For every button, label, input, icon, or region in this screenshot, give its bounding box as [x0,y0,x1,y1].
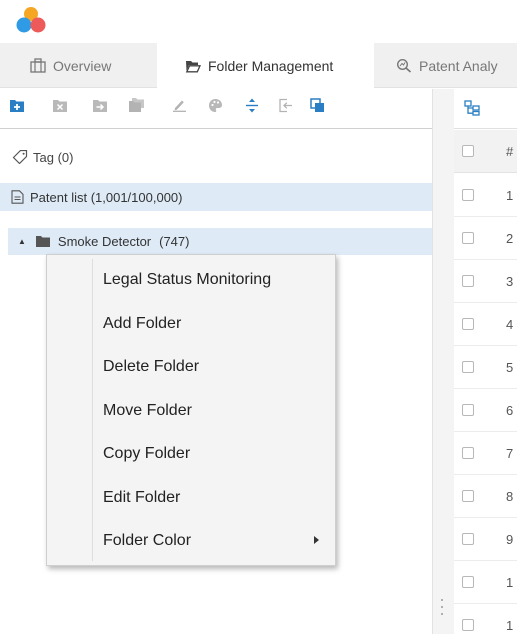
edit-icon [172,100,186,112]
menu-item-add-folder[interactable]: Add Folder [47,304,335,344]
briefcase-icon [30,58,46,73]
tab-overview[interactable]: Overview [0,43,157,88]
add-folder-button[interactable] [9,97,25,113]
table-row[interactable]: 4 [454,303,517,346]
row-number: 1 [506,188,514,203]
tag-node[interactable]: Tag (0) [12,147,73,167]
table-toolbar [454,89,517,129]
collapse-caret-icon[interactable]: ▲ [18,237,26,246]
copy-folder-button[interactable] [128,97,144,113]
edit-button[interactable] [171,97,187,113]
folder-color-button[interactable] [207,97,223,113]
add-folder-icon [10,99,24,112]
table-row[interactable]: 7 [454,432,517,475]
copy-folder-icon [128,98,144,112]
table-row[interactable]: 6 [454,389,517,432]
row-number: 8 [506,489,514,504]
row-checkbox[interactable] [462,275,474,287]
menu-item-move-folder[interactable]: Move Folder [47,391,335,431]
copy-button[interactable] [309,97,325,113]
row-number: 9 [506,532,514,547]
table-header: # [454,130,517,173]
move-folder-button[interactable] [92,97,108,113]
table-row[interactable]: 8 [454,475,517,518]
folder-count: (747) [159,234,190,249]
row-checkbox[interactable] [462,404,474,416]
table-row[interactable]: 2 [454,217,517,260]
context-menu: Legal Status Monitoring Add Folder Delete … [46,254,336,566]
row-checkbox[interactable] [462,619,474,631]
table-row[interactable]: 5 [454,346,517,389]
menu-item-folder-color[interactable]: Folder Color [47,521,335,561]
row-checkbox[interactable] [462,447,474,459]
menu-item-label: Add Folder [103,314,182,332]
row-checkbox[interactable] [462,576,474,588]
panel-splitter[interactable] [432,89,454,634]
copy-icon [309,97,324,112]
row-number: 5 [506,360,514,375]
menu-item-legal-status-monitoring[interactable]: Legal Status Monitoring [47,260,335,300]
patent-table-panel: # 1 2 3 4 5 6 7 8 9 1 1 [454,89,517,634]
row-number: 1 [506,618,514,633]
menu-item-label: Delete Folder [103,358,200,375]
row-checkbox[interactable] [462,361,474,373]
folder-node-smoke-detector[interactable]: ▲ Smoke Detector (747) [8,228,432,255]
tab-patent-analysis[interactable]: Patent Analy [374,43,517,88]
menu-item-copy-folder[interactable]: Copy Folder [47,434,335,474]
document-icon [11,190,24,204]
delete-folder-icon [53,99,67,112]
patent-list-label: Patent list (1,001/100,000) [30,189,183,205]
select-all-checkbox[interactable] [462,145,474,157]
patent-list-node[interactable]: Patent list (1,001/100,000) [0,183,432,211]
table-row[interactable]: 1 [454,561,517,604]
menu-item-label: Legal Status Monitoring [103,271,272,288]
delete-folder-button[interactable] [52,97,68,113]
row-number: 4 [506,317,514,332]
move-folder-icon [93,99,107,112]
app-logo-icon [16,7,46,33]
expand-collapse-icon [246,98,258,112]
row-number: 6 [506,403,514,418]
row-checkbox[interactable] [462,232,474,244]
export-icon [278,98,292,112]
submenu-arrow-icon [314,536,319,544]
export-button[interactable] [277,97,293,113]
table-row[interactable]: 3 [454,260,517,303]
row-number: 3 [506,274,514,289]
folder-name: Smoke Detector [57,234,152,249]
folder-toolbar [0,89,432,129]
folder-open-icon [185,61,201,73]
palette-icon [208,98,222,112]
tab-overview-label: Overview [53,57,112,74]
expand-collapse-button[interactable] [244,97,260,113]
row-checkbox[interactable] [462,318,474,330]
splitter-grip-icon[interactable] [441,599,444,615]
menu-item-label: Edit Folder [103,488,181,506]
tab-patent-analysis-label: Patent Analy [419,57,498,74]
menu-item-label: Copy Folder [103,445,191,462]
tag-icon [12,150,28,164]
tree-view-icon[interactable] [464,100,480,116]
row-number: 7 [506,446,514,461]
menu-item-label: Move Folder [103,401,192,419]
tab-folder-management-label: Folder Management [208,58,334,74]
menu-item-label: Folder Color [103,532,192,549]
folder-icon [35,236,50,247]
menu-item-edit-folder[interactable]: Edit Folder [47,478,335,518]
table-row[interactable]: 9 [454,518,517,561]
table-row[interactable]: 1 [454,604,517,634]
menu-item-delete-folder[interactable]: Delete Folder [47,347,335,387]
row-number: 2 [506,231,514,246]
row-checkbox[interactable] [462,533,474,545]
row-checkbox[interactable] [462,490,474,502]
row-checkbox[interactable] [462,189,474,201]
app-logo [10,4,50,34]
main-tab-bar: Overview Folder Management Patent Analy [0,43,517,89]
table-row[interactable]: 1 [454,174,517,217]
tag-label: Tag (0) [33,149,74,165]
row-number: 1 [506,575,514,590]
header-number: # [506,144,514,159]
tab-folder-management[interactable]: Folder Management [157,43,374,89]
analysis-icon [396,58,412,73]
